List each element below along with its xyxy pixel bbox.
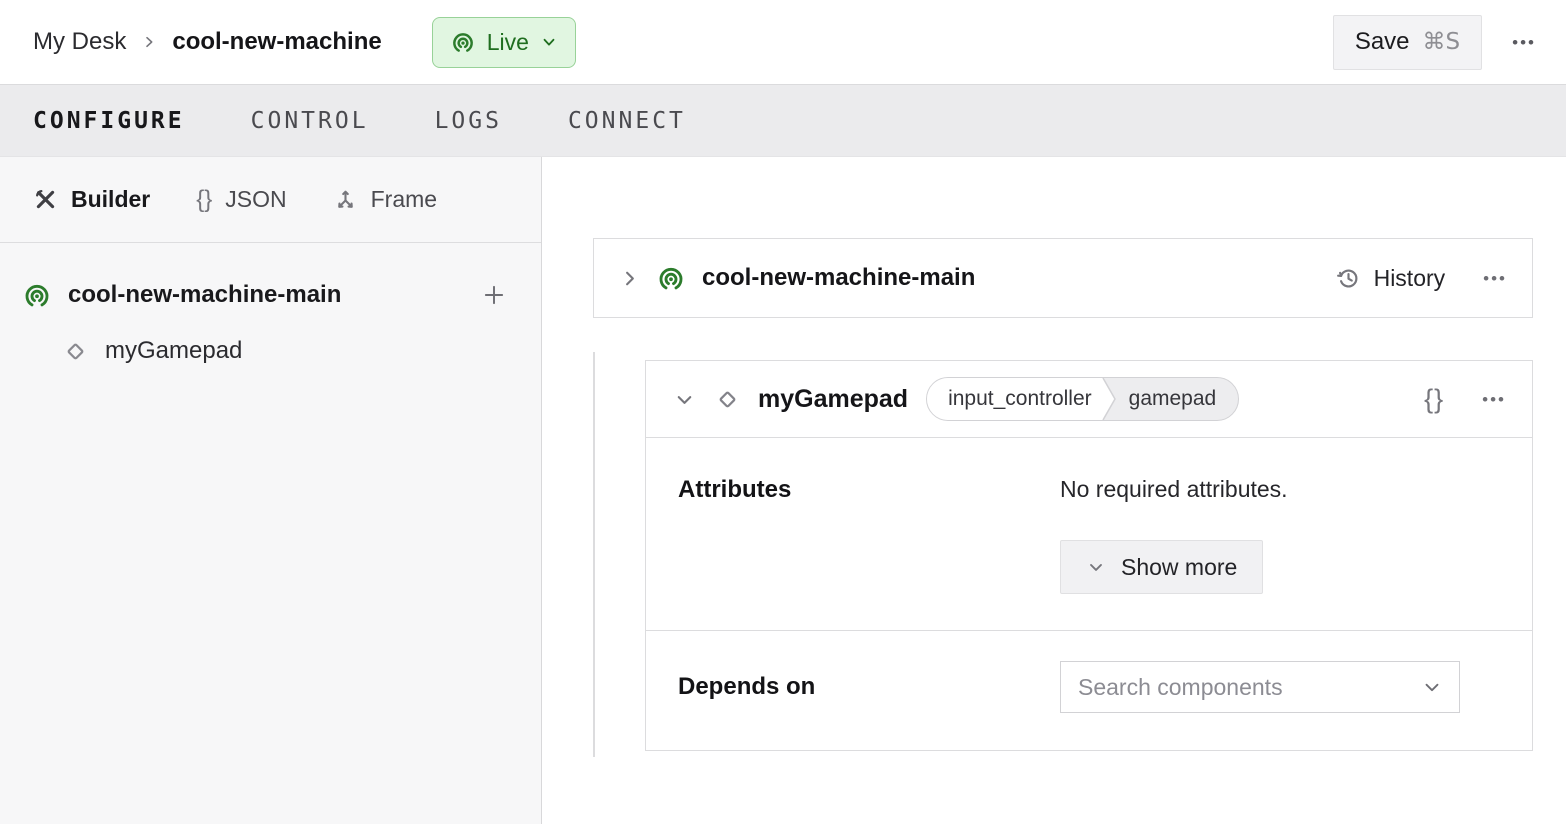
tree-item-component[interactable]: myGamepad (22, 326, 507, 376)
status-label: Live (487, 29, 529, 56)
search-components-input[interactable] (1078, 674, 1421, 701)
ellipsis-icon: ••• (1512, 34, 1536, 51)
ellipsis-icon: ••• (1482, 391, 1506, 408)
depends-on-label: Depends on (678, 673, 1060, 701)
history-label: History (1374, 265, 1446, 292)
view-tab-label: Builder (71, 186, 150, 213)
component-menu-button[interactable]: ••• (1482, 391, 1506, 408)
machine-menu-button[interactable]: ••• (1512, 34, 1536, 51)
attributes-empty-text: No required attributes. (1060, 476, 1500, 503)
machine-nav-tabs: CONFIGURE CONTROL LOGS CONNECT (0, 84, 1566, 157)
tree-item-part[interactable]: cool-new-machine-main (22, 270, 507, 320)
nested-components-group: myGamepad input_controller gamepad {} ••… (593, 352, 1533, 757)
component-diamond-icon (714, 386, 741, 413)
config-view-tabs: Builder {} JSON Frame (0, 157, 541, 243)
breadcrumb: My Desk cool-new-machine (33, 28, 382, 56)
tree-component-label: myGamepad (105, 337, 242, 365)
component-collapse-button[interactable] (673, 388, 696, 411)
braces-icon: {} (196, 188, 212, 212)
tab-configure[interactable]: CONFIGURE (33, 108, 185, 134)
plus-icon (481, 282, 507, 308)
component-type: input_controller (927, 378, 1099, 420)
history-button[interactable]: History (1335, 265, 1446, 292)
configure-workspace: Builder {} JSON Frame (0, 157, 1566, 824)
depends-on-section: Depends on (646, 631, 1532, 750)
badge-separator (1099, 378, 1116, 420)
tab-control[interactable]: CONTROL (251, 108, 369, 134)
attributes-value: No required attributes. Show more (1060, 476, 1500, 594)
part-card: cool-new-machine-main History ••• (593, 238, 1533, 318)
tab-logs[interactable]: LOGS (435, 108, 502, 134)
add-component-button[interactable] (481, 282, 507, 308)
component-diamond-icon (62, 338, 89, 365)
frame-axes-icon (333, 187, 358, 212)
chevron-right-icon (618, 267, 641, 290)
top-bar: My Desk cool-new-machine Live Save ⌘S ••… (0, 0, 1566, 84)
show-more-label: Show more (1121, 554, 1237, 581)
breadcrumb-parent-link[interactable]: My Desk (33, 28, 126, 56)
view-tab-label: Frame (371, 186, 437, 213)
config-main-panel: cool-new-machine-main History ••• (542, 157, 1566, 824)
chevron-down-icon (1421, 676, 1443, 698)
chevron-down-icon (1086, 557, 1106, 577)
show-more-button[interactable]: Show more (1060, 540, 1263, 594)
component-type-badge: input_controller gamepad (926, 377, 1239, 421)
component-card-title: myGamepad (758, 385, 908, 414)
save-button[interactable]: Save ⌘S (1333, 15, 1482, 70)
save-shortcut: ⌘S (1423, 29, 1461, 55)
machine-status-dropdown[interactable]: Live (432, 17, 576, 68)
view-tab-frame[interactable]: Frame (333, 186, 437, 213)
depends-on-dropdown[interactable] (1060, 661, 1460, 713)
save-label: Save (1355, 28, 1410, 56)
history-clock-icon (1335, 265, 1362, 292)
viam-part-icon (656, 263, 686, 293)
chevron-down-icon (540, 33, 558, 51)
attributes-label: Attributes (678, 476, 1060, 594)
tab-connect[interactable]: CONNECT (568, 108, 686, 134)
chevron-right-icon (141, 34, 157, 50)
view-tab-builder[interactable]: Builder (33, 186, 150, 213)
part-card-title: cool-new-machine-main (702, 264, 975, 292)
ellipsis-icon: ••• (1483, 270, 1507, 287)
component-model: gamepad (1116, 378, 1239, 420)
viam-part-icon (22, 280, 52, 310)
view-tab-json[interactable]: {} JSON (196, 186, 286, 213)
component-card-header: myGamepad input_controller gamepad {} ••… (646, 361, 1532, 438)
part-expand-button[interactable] (618, 267, 641, 290)
viam-live-icon (450, 29, 476, 55)
breadcrumb-current: cool-new-machine (172, 28, 381, 56)
view-tab-label: JSON (225, 186, 286, 213)
component-tree: cool-new-machine-main myGamepad (0, 243, 541, 376)
attributes-section: Attributes No required attributes. Show … (646, 438, 1532, 631)
tree-part-label: cool-new-machine-main (68, 281, 341, 309)
tools-icon (33, 187, 58, 212)
config-sidebar: Builder {} JSON Frame (0, 157, 542, 824)
component-card: myGamepad input_controller gamepad {} ••… (645, 360, 1533, 751)
chevron-down-icon (673, 388, 696, 411)
edit-json-button[interactable]: {} (1424, 386, 1444, 413)
part-menu-button[interactable]: ••• (1483, 270, 1507, 287)
